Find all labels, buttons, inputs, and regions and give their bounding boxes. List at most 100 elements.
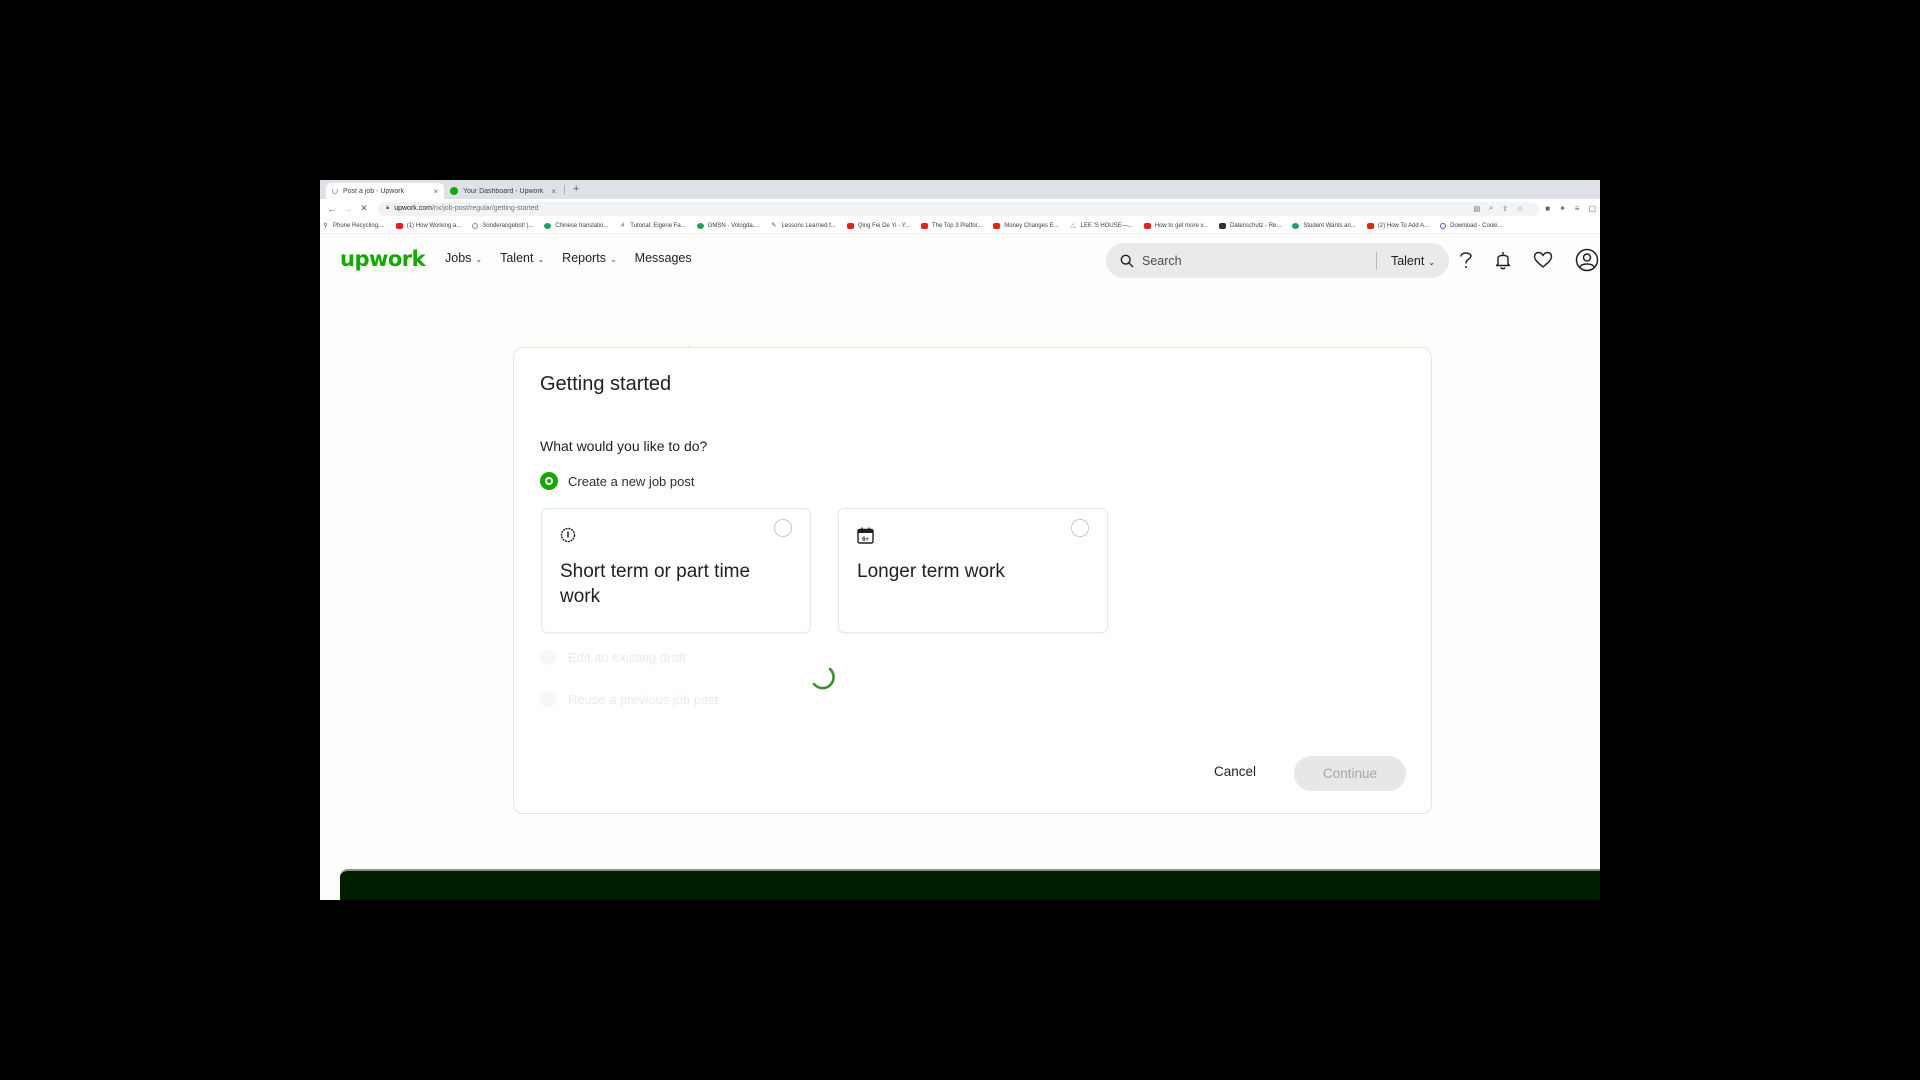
translate-icon[interactable]: ▤ bbox=[1474, 205, 1481, 213]
bookmark-label: Qing Fei De Yi - Y... bbox=[857, 222, 910, 229]
new-tab-button[interactable]: + bbox=[564, 183, 587, 195]
bookmark-item[interactable]: Datenschutz - Re... bbox=[1219, 222, 1282, 229]
site-header: upwork Jobs ⌄ Talent ⌄ Reports ⌄ Messages S… bbox=[320, 234, 1600, 284]
extensions-puzzle-icon[interactable]: ✦ bbox=[1559, 204, 1566, 213]
globe-icon bbox=[472, 222, 479, 229]
nav-reports-label: Reports bbox=[562, 251, 606, 265]
bookmark-item[interactable]: Chinese translatio... bbox=[544, 222, 609, 229]
close-tab-icon[interactable]: × bbox=[433, 187, 438, 196]
close-tab-icon[interactable]: × bbox=[551, 187, 556, 196]
nav-messages[interactable]: Messages bbox=[635, 251, 692, 265]
extension-icon[interactable]: ■ bbox=[1545, 204, 1550, 213]
bookmarks-bar: ⚲ Phone Recycling,... (1) How Working a...… bbox=[320, 218, 1600, 234]
zoom-icon[interactable]: ⌕ bbox=[1489, 205, 1493, 213]
bookmark-item[interactable]: ⚲ Phone Recycling,... bbox=[322, 222, 385, 229]
account-avatar-icon[interactable] bbox=[1575, 248, 1599, 272]
green-circle-icon bbox=[544, 222, 552, 229]
bookmark-label: Phone Recycling,... bbox=[333, 222, 385, 229]
short-term-radio[interactable] bbox=[774, 519, 792, 537]
clock-icon bbox=[560, 527, 576, 543]
bookmark-label: Student Wants an... bbox=[1303, 222, 1356, 229]
bookmark-item[interactable]: GMSN - Vologda,... bbox=[696, 222, 760, 229]
share-icon[interactable]: ⇪ bbox=[1502, 205, 1508, 213]
bookmark-star-icon[interactable]: ☆ bbox=[1517, 205, 1523, 213]
create-new-job-post-option[interactable]: Create a new job post bbox=[540, 472, 694, 490]
youtube-icon bbox=[920, 222, 928, 229]
continue-button[interactable]: Continue bbox=[1294, 756, 1406, 791]
bookmark-item[interactable]: Student Wants an... bbox=[1292, 222, 1356, 229]
reuse-previous-post-label: Reuse a previous job post bbox=[568, 691, 719, 707]
tab-post-a-job[interactable]: Post a job - Upwork × bbox=[326, 183, 444, 199]
bookmark-label: Datenschutz - Re... bbox=[1230, 222, 1282, 229]
search-icon: ⚲ bbox=[323, 222, 328, 229]
calendar-icon-text: 6+ bbox=[862, 537, 869, 543]
bookmark-item[interactable]: The Top 3 Platfor... bbox=[920, 222, 983, 229]
bookmark-label: How to get more v... bbox=[1154, 222, 1209, 229]
cancel-button[interactable]: Cancel bbox=[1214, 764, 1256, 779]
help-icon[interactable] bbox=[1459, 250, 1473, 270]
bookmark-item[interactable]: Money Changes E... bbox=[993, 222, 1059, 229]
loading-spinner-icon bbox=[812, 667, 835, 690]
edit-existing-draft-label: Edit an existing draft bbox=[568, 649, 686, 665]
bookmark-item[interactable]: ✎ Lessons Learned f... bbox=[770, 223, 835, 229]
search-bar[interactable]: Search Talent ⌄ bbox=[1106, 243, 1449, 278]
green-circle-icon bbox=[1292, 222, 1300, 229]
nav-jobs-label: Jobs bbox=[445, 251, 472, 265]
longer-term-option-card[interactable]: 6+ Longer term work bbox=[838, 508, 1108, 633]
edit-existing-draft-option[interactable]: Edit an existing draft bbox=[540, 649, 686, 665]
bookmark-label: Money Changes E... bbox=[1004, 222, 1059, 229]
bookmark-item[interactable]: (1) How Working a... bbox=[395, 222, 461, 229]
bookmark-item[interactable]: △ LEE 'S HOUSE—... bbox=[1070, 223, 1133, 229]
nav-reports[interactable]: Reports ⌄ bbox=[562, 251, 616, 265]
question-label: What would you like to do? bbox=[540, 438, 708, 454]
bookmark-label: Chinese translatio... bbox=[555, 222, 609, 229]
radio-selected-icon[interactable] bbox=[540, 472, 558, 490]
bookmark-item[interactable]: Download - Cooki... bbox=[1440, 222, 1502, 229]
nav-talent[interactable]: Talent ⌄ bbox=[500, 251, 544, 265]
notifications-bell-icon[interactable] bbox=[1495, 250, 1511, 270]
longer-term-radio[interactable] bbox=[1071, 519, 1089, 537]
url-host: upwork.com bbox=[394, 205, 432, 212]
reuse-previous-post-option[interactable]: Reuse a previous job post bbox=[540, 691, 718, 707]
youtube-icon bbox=[395, 222, 403, 229]
upwork-logo[interactable]: upwork bbox=[340, 247, 426, 271]
short-term-option-card[interactable]: Short term or part time work bbox=[541, 508, 811, 633]
search-input[interactable]: Search bbox=[1142, 254, 1376, 268]
reading-list-icon[interactable]: ≡ bbox=[1575, 204, 1580, 213]
radio-unselected-icon[interactable] bbox=[540, 691, 556, 707]
bookmark-item[interactable]: # Tutorial: Eigene Fa... bbox=[619, 222, 686, 229]
forward-button[interactable]: → bbox=[340, 204, 356, 214]
lock-icon: 🔒︎ bbox=[386, 205, 390, 211]
bookmark-label: The Top 3 Platfor... bbox=[931, 222, 983, 229]
browser-window: Post a job - Upwork × Your Dashboard - U… bbox=[320, 180, 1600, 900]
search-scope-dropdown[interactable]: Talent ⌄ bbox=[1391, 254, 1435, 268]
bookmark-label: GMSN - Vologda,... bbox=[707, 222, 760, 229]
bookmark-label: Lessons Learned f... bbox=[781, 222, 836, 229]
create-new-job-post-label: Create a new job post bbox=[568, 473, 695, 489]
bookmark-item[interactable]: How to get more v... bbox=[1143, 222, 1209, 229]
side-panel-icon[interactable]: ▢ bbox=[1588, 204, 1596, 213]
chevron-down-icon: ⌄ bbox=[609, 255, 617, 264]
favorites-heart-icon[interactable] bbox=[1533, 251, 1553, 269]
nav-jobs[interactable]: Jobs ⌄ bbox=[445, 251, 482, 265]
nav-messages-label: Messages bbox=[634, 251, 692, 265]
tab-strip: Post a job - Upwork × Your Dashboard - U… bbox=[320, 180, 1600, 199]
chevron-down-icon: ⌄ bbox=[475, 255, 483, 264]
tab-dashboard[interactable]: Your Dashboard - Upwork × bbox=[444, 183, 562, 199]
chevron-down-icon: ⌄ bbox=[537, 255, 545, 264]
bookmark-label: LEE 'S HOUSE—... bbox=[1080, 222, 1133, 229]
bookmark-item[interactable]: Qing Fei De Yi - Y... bbox=[846, 222, 910, 229]
browser-toolbar: ← → ✕ 🔒︎ upwork.com/nx/job-post/regular/… bbox=[320, 199, 1600, 218]
youtube-icon bbox=[846, 222, 854, 229]
hash-icon: # bbox=[621, 222, 625, 229]
bookmark-label: (2) How To Add A... bbox=[1377, 222, 1430, 229]
back-button[interactable]: ← bbox=[324, 204, 340, 214]
stop-loading-button[interactable]: ✕ bbox=[356, 203, 372, 214]
bookmark-item[interactable]: Sonderangebot! |... bbox=[472, 222, 533, 229]
youtube-icon bbox=[1143, 222, 1151, 229]
bookmark-item[interactable]: (2) How To Add A... bbox=[1366, 222, 1430, 229]
search-icon bbox=[1120, 254, 1134, 267]
youtube-icon bbox=[993, 222, 1001, 229]
radio-unselected-icon[interactable] bbox=[540, 649, 556, 665]
address-bar[interactable]: 🔒︎ upwork.com/nx/job-post/regular/gettin… bbox=[378, 201, 1540, 216]
